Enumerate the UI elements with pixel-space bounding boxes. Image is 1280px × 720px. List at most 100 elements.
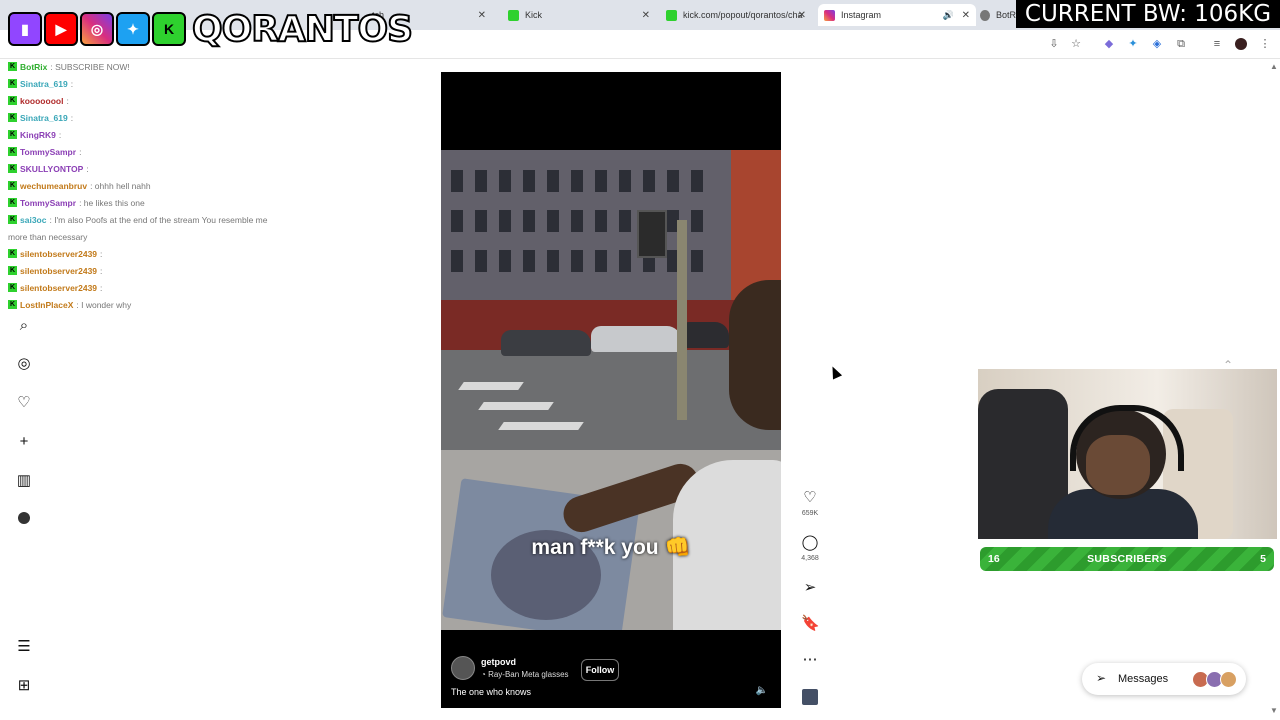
kick-icon: K: [152, 12, 186, 46]
apps-grid-icon[interactable]: ⊞: [16, 678, 32, 694]
like-button[interactable]: ♡ 659K: [801, 489, 819, 517]
chat-message: more than necessary: [8, 228, 348, 245]
tab-kick-popout[interactable]: kick.com/popout/qorantos/cha ✕: [666, 4, 812, 26]
menu-kebab-icon[interactable]: ⋮: [1259, 38, 1271, 50]
chat-text: :: [70, 112, 74, 123]
subscriber-current: 16: [988, 553, 1000, 565]
chat-message: K Sinatra_619:: [8, 109, 348, 126]
chat-message: K KingRK9:: [8, 126, 348, 143]
explore-icon[interactable]: ◎: [16, 356, 32, 372]
chat-message: Ksilentobserver2439:: [8, 245, 348, 262]
chat-message: K TommySampr: he likes this one: [8, 194, 348, 211]
reel-video[interactable]: man f**k you 👊 getpovd ◔ Ray-Ban Meta gl…: [441, 72, 781, 708]
tab-label: Instagram: [841, 10, 882, 20]
close-icon[interactable]: ✕: [478, 10, 486, 21]
tab-label: kick.com/popout/qorantos/cha: [683, 10, 803, 20]
messages-button[interactable]: ➢ Messages: [1082, 663, 1246, 695]
chat-text: : ohhh hell nahh: [90, 180, 151, 191]
chat-message: K Sinatra_619:: [8, 75, 348, 92]
kick-icon: K: [8, 198, 17, 207]
chat-text: :: [100, 282, 103, 293]
comment-icon: ◯: [801, 534, 819, 551]
share-button[interactable]: ➢: [801, 579, 819, 597]
chat-username[interactable]: wechumeanbruv: [20, 181, 87, 191]
profile-avatar[interactable]: [18, 512, 30, 524]
chat-username[interactable]: BotRix: [20, 62, 47, 72]
follow-button[interactable]: Follow: [581, 659, 619, 681]
extension-icon[interactable]: ◈: [1151, 38, 1163, 50]
chat-username[interactable]: Sinatra_619: [20, 79, 68, 89]
more-dots-icon: ⋯: [802, 651, 818, 668]
chat-message: Ksilentobserver2439:: [8, 279, 348, 296]
subscriber-label: SUBSCRIBERS: [1087, 553, 1167, 565]
poster-avatar[interactable]: [451, 656, 475, 680]
close-icon[interactable]: ✕: [642, 10, 650, 21]
twitter-icon: ✦: [116, 12, 150, 46]
chat-username[interactable]: SKULLYONTOP: [20, 164, 83, 174]
kick-icon: K: [8, 62, 17, 71]
chat-message: K SKULLYONTOP:: [8, 160, 348, 177]
scroll-down-arrow[interactable]: ▼: [1270, 706, 1278, 715]
chat-text: : I wonder why: [76, 299, 132, 310]
send-icon: ➢: [803, 579, 817, 596]
playlist-icon[interactable]: ≡: [1211, 38, 1223, 50]
install-icon[interactable]: ⇩: [1048, 38, 1060, 50]
poster-username[interactable]: getpovd: [481, 657, 516, 667]
create-plus-icon[interactable]: +: [16, 434, 32, 450]
close-icon[interactable]: ✕: [798, 10, 806, 21]
chat-text: :: [100, 265, 103, 276]
poster-subtitle: ◔ Ray-Ban Meta glasses: [481, 670, 569, 679]
tab-instagram[interactable]: Instagram 🔊 ✕: [818, 4, 976, 26]
chat-username[interactable]: TommySampr: [20, 198, 76, 208]
chat-text: :: [66, 95, 69, 106]
video-caption: man f**k you 👊: [531, 536, 691, 559]
dashboard-icon[interactable]: ▥: [16, 473, 32, 489]
close-icon[interactable]: ✕: [962, 10, 970, 21]
chat-message: Kwechumeanbruv: ohhh hell nahh: [8, 177, 348, 194]
mouse-cursor: [827, 364, 843, 380]
extension-icon[interactable]: ◆: [1103, 38, 1115, 50]
comment-button[interactable]: ◯ 4,368: [801, 534, 819, 562]
chat-username[interactable]: sai3oc: [20, 215, 46, 225]
more-options-button[interactable]: ⋯: [801, 651, 819, 669]
chat-username[interactable]: koooooool: [20, 96, 63, 106]
puzzle-icon[interactable]: ⧉: [1175, 38, 1187, 50]
speaker-icon[interactable]: 🔊: [943, 10, 954, 21]
twitch-icon: ▮: [8, 12, 42, 46]
subscriber-remaining: 5: [1260, 553, 1266, 565]
bookmark-star-icon[interactable]: ☆: [1070, 38, 1082, 50]
chat-text: : SUBSCRIBE NOW!: [50, 61, 130, 72]
audio-thumbnail[interactable]: [802, 689, 818, 705]
save-button[interactable]: 🔖: [801, 615, 820, 633]
chat-username[interactable]: KingRK9: [20, 130, 56, 140]
reel-description: The one who knows: [451, 687, 532, 697]
mute-icon[interactable]: 🔈: [754, 683, 770, 699]
chat-username[interactable]: LostInPlaceX: [20, 300, 73, 310]
chat-overlay: K BotRix: SUBSCRIBE NOW! K Sinatra_619: Kkoo…: [8, 58, 348, 313]
extension-icon[interactable]: ✦: [1127, 38, 1139, 50]
chat-text: : I'm also Poofs at the end of the strea…: [49, 214, 268, 225]
search-icon[interactable]: ⌕: [16, 318, 32, 334]
kick-icon: [508, 9, 519, 21]
kick-icon: K: [8, 215, 17, 224]
heart-icon[interactable]: ♡: [16, 395, 32, 411]
kick-icon: K: [8, 164, 17, 173]
chat-username[interactable]: silentobserver2439: [20, 249, 97, 259]
menu-icon[interactable]: ☰: [16, 639, 32, 655]
kick-icon: K: [8, 266, 17, 275]
kick-icon: K: [8, 181, 17, 190]
chat-username[interactable]: TommySampr: [20, 147, 76, 157]
tab-kick[interactable]: Kick ✕: [508, 4, 656, 26]
chat-username[interactable]: Sinatra_619: [20, 113, 68, 123]
chat-message: Ksilentobserver2439:: [8, 262, 348, 279]
scroll-up-arrow[interactable]: ▲: [1270, 62, 1278, 71]
comment-count: 4,368: [801, 555, 819, 562]
chat-message: K TommySampr:: [8, 143, 348, 160]
profile-avatar[interactable]: [1235, 38, 1247, 50]
chat-text: : he likes this one: [79, 197, 145, 208]
kick-icon: K: [8, 130, 17, 139]
chat-username[interactable]: silentobserver2439: [20, 266, 97, 276]
tab-botrix[interactable]: BotR: [980, 4, 1016, 26]
chat-username[interactable]: silentobserver2439: [20, 283, 97, 293]
kick-icon: K: [8, 283, 17, 292]
